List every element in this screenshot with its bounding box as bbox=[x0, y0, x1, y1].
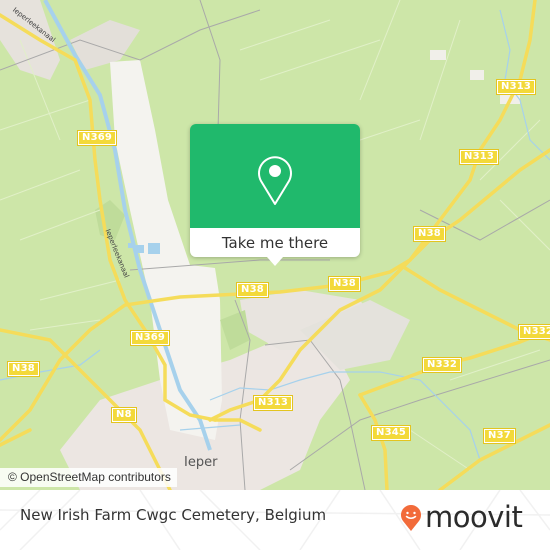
road-label-n313: N313 bbox=[252, 395, 294, 411]
road-label-n38: N38 bbox=[236, 282, 269, 298]
road-label-n313: N313 bbox=[458, 149, 500, 165]
road-label-n345: N345 bbox=[370, 425, 412, 441]
attribution-text: © OpenStreetMap contributors bbox=[8, 470, 171, 484]
moovit-smiley-pin-icon bbox=[401, 505, 421, 531]
road-label-n369: N369 bbox=[129, 330, 171, 346]
take-me-there-button[interactable]: Take me there bbox=[190, 228, 360, 257]
moovit-logo-text: moovit bbox=[425, 500, 523, 534]
moovit-logo[interactable]: moovit bbox=[400, 498, 523, 538]
take-me-there-label: Take me there bbox=[221, 233, 329, 252]
road-label-n38: N38 bbox=[413, 226, 446, 242]
road-label-n38: N38 bbox=[328, 276, 361, 292]
place-name: New Irish Farm Cwgc Cemetery, Belgium bbox=[20, 506, 327, 524]
road-label-n38: N38 bbox=[7, 361, 40, 377]
location-popup[interactable]: Take me there bbox=[190, 124, 360, 266]
popup-header bbox=[190, 124, 360, 228]
popup-pointer bbox=[267, 257, 283, 266]
map-attribution[interactable]: © OpenStreetMap contributors bbox=[0, 468, 177, 487]
road-label-n313: N313 bbox=[495, 79, 537, 95]
footer: New Irish Farm Cwgc Cemetery, Belgium mo… bbox=[0, 490, 550, 550]
map-pin-icon bbox=[258, 156, 292, 205]
road-label-n332: N332 bbox=[517, 324, 550, 340]
road-label-n8: N8 bbox=[111, 407, 137, 423]
road-label-n37: N37 bbox=[483, 428, 516, 444]
map[interactable]: Ieperleekanaal Ieperleekanaal N369 N313 … bbox=[0, 0, 550, 490]
road-label-n332: N332 bbox=[421, 357, 463, 373]
place-label-ieper: Ieper bbox=[184, 455, 218, 470]
road-label-n369: N369 bbox=[76, 130, 118, 146]
